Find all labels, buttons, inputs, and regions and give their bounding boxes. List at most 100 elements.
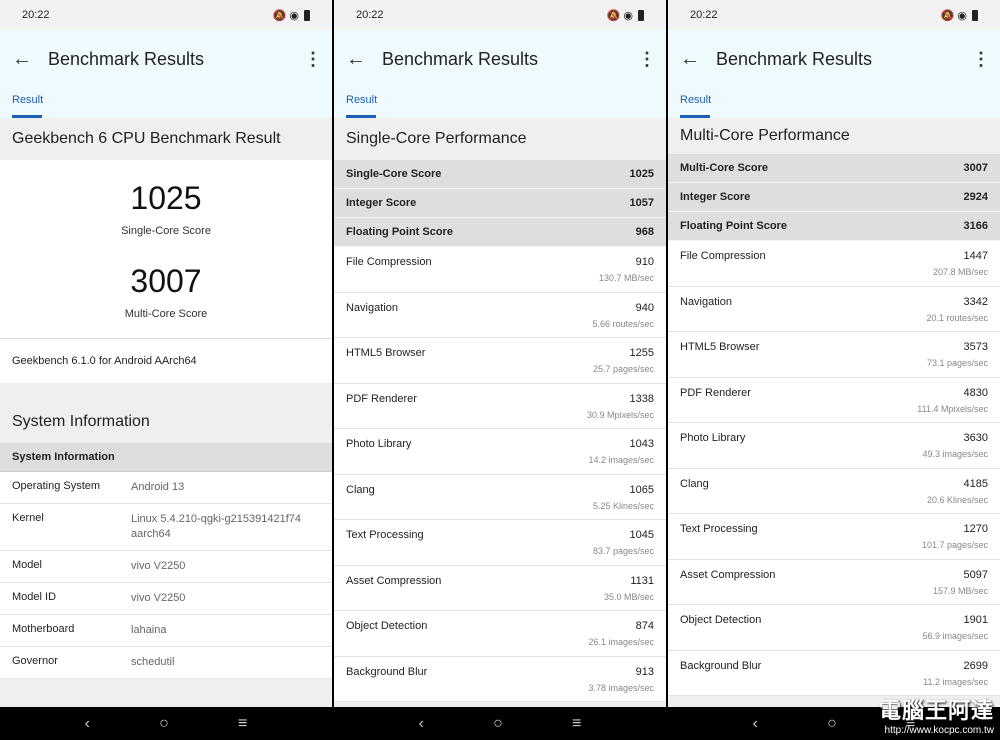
- score-value: 968: [635, 226, 654, 238]
- single-core-panel: 20:22 🔕 ◉ ← Benchmark Results ⋮ Result S…: [334, 0, 666, 740]
- watermark-url: http://www.kocpc.com.tw: [884, 725, 994, 736]
- back-arrow-icon[interactable]: ←: [12, 48, 48, 71]
- benchmark-score: 1131: [630, 574, 654, 587]
- tab-result[interactable]: Result: [12, 88, 43, 118]
- benchmark-name: Asset Compression: [680, 568, 776, 581]
- benchmark-score: 3573: [963, 341, 988, 353]
- benchmark-name: HTML5 Browser: [346, 347, 426, 359]
- nav-recents-icon[interactable]: ≡: [572, 715, 581, 733]
- benchmark-rate: 73.1 pages/sec: [926, 358, 988, 368]
- score-name: Floating Point Score: [346, 226, 453, 238]
- tab-result[interactable]: Result: [346, 88, 377, 118]
- benchmark-score: 1255: [629, 347, 654, 359]
- benchmark-rate: 101.7 pages/sec: [921, 540, 988, 550]
- status-bar: 20:22 🔕 ◉: [334, 0, 666, 30]
- system-info-row: Operating System Android 13: [0, 472, 332, 504]
- system-info-title: System Information: [12, 413, 150, 430]
- benchmark-rate: 30.9 Mpixels/sec: [586, 409, 654, 420]
- benchmark-rate: 56.9 images/sec: [922, 631, 988, 641]
- nav-home-icon[interactable]: ○: [493, 715, 503, 733]
- benchmark-score: 1270: [963, 523, 988, 535]
- system-info-row: Governor schedutil: [0, 647, 332, 679]
- app-title: Benchmark Results: [716, 48, 873, 69]
- benchmark-score: 1045: [629, 529, 654, 541]
- nav-back-icon[interactable]: ‹: [85, 715, 90, 733]
- benchmark-name: Object Detection: [680, 614, 762, 626]
- overflow-menu-icon[interactable]: ⋮: [638, 49, 656, 70]
- benchmark-name: File Compression: [346, 256, 432, 268]
- multi-core-content: Multi-Core Performance Multi-Core Score 3…: [668, 118, 1000, 708]
- nav-recents-icon[interactable]: ≡: [238, 715, 247, 733]
- system-info-key: Model ID: [12, 591, 57, 603]
- overflow-menu-icon[interactable]: ⋮: [304, 49, 322, 70]
- benchmark-rate: 111.4 Mpixels/sec: [917, 403, 988, 414]
- benchmark-name: Photo Library: [680, 432, 746, 444]
- battery-icon: [972, 9, 978, 21]
- benchmark-row: File Compression 910 130.7 MB/sec: [334, 247, 666, 293]
- score-value: 3166: [963, 220, 988, 232]
- benchmark-name: HTML5 Browser: [680, 341, 760, 353]
- benchmark-name: Text Processing: [680, 523, 758, 535]
- benchmark-rate: 26.1 images/sec: [588, 637, 654, 647]
- tab-result[interactable]: Result: [680, 88, 711, 118]
- system-info-value: vivo V2250: [131, 560, 186, 572]
- score-name: Integer Score: [346, 197, 417, 209]
- benchmark-name: Photo Library: [346, 438, 412, 450]
- multi-core-panel: 20:22 🔕 ◉ ← Benchmark Results ⋮ Result M…: [668, 0, 1000, 740]
- benchmark-row: Text Processing 1045 83.7 pages/sec: [334, 520, 666, 566]
- watermark-logo: 電腦王阿達 http://www.kocpc.com.tw: [879, 693, 994, 736]
- benchmark-row: Asset Compression 5097 157.9 MB/sec: [668, 559, 1000, 605]
- benchmark-score: 1447: [963, 250, 988, 262]
- multi-core-bench-list: File Compression 1447 207.8 MB/sec Navigati…: [668, 241, 1000, 696]
- system-info-value: lahaina: [131, 624, 167, 636]
- benchmark-name: Text Processing: [346, 529, 424, 541]
- benchmark-score: 4185: [963, 477, 988, 490]
- system-info-key: Model: [12, 559, 42, 571]
- benchmark-rate: 3.78 images/sec: [588, 682, 654, 693]
- score-value: 1025: [629, 168, 654, 180]
- score-row: Integer Score 1057: [334, 189, 666, 218]
- nav-back-icon[interactable]: ‹: [419, 715, 424, 733]
- tab-bar: Result: [0, 88, 332, 118]
- app-bar: ← Benchmark Results ⋮: [0, 30, 332, 88]
- tab-bar: Result: [668, 88, 1000, 118]
- status-icons: 🔕 ◉: [941, 9, 978, 22]
- status-bar: 20:22 🔕 ◉: [668, 0, 1000, 30]
- app-bar: ← Benchmark Results ⋮: [668, 30, 1000, 88]
- benchmark-rate: 14.2 images/sec: [588, 455, 654, 465]
- benchmark-row: Clang 4185 20.6 Klines/sec: [668, 468, 1000, 514]
- system-info-key: Motherboard: [12, 623, 75, 635]
- score-value: 3007: [963, 162, 988, 174]
- nav-home-icon[interactable]: ○: [159, 715, 169, 733]
- benchmark-row: PDF Renderer 1338 30.9 Mpixels/sec: [334, 383, 666, 429]
- benchmark-score: 1901: [963, 614, 988, 626]
- wifi-icon: 🔕 ◉: [606, 9, 633, 22]
- benchmark-score: 3630: [963, 432, 988, 444]
- benchmark-score: 1043: [629, 438, 654, 450]
- overflow-menu-icon[interactable]: ⋮: [972, 49, 990, 70]
- benchmark-name: Asset Compression: [346, 574, 442, 587]
- nav-back-icon[interactable]: ‹: [753, 715, 758, 733]
- benchmark-row: PDF Renderer 4830 111.4 Mpixels/sec: [668, 377, 1000, 423]
- score-row: Single-Core Score 1025: [334, 160, 666, 189]
- system-info-row: Model ID vivo V2250: [0, 583, 332, 615]
- benchmark-row: Navigation 940 5.66 routes/sec: [334, 292, 666, 338]
- benchmark-row: Object Detection 1901 56.9 images/sec: [668, 605, 1000, 651]
- benchmark-row: Background Blur 2699 11.2 images/sec: [668, 650, 1000, 696]
- score-name: Multi-Core Score: [680, 162, 769, 174]
- nav-group-2: ‹ ○ ≡: [334, 707, 666, 740]
- back-arrow-icon[interactable]: ←: [680, 48, 716, 71]
- system-info-key: Kernel: [12, 512, 44, 524]
- system-info-value: Android 13: [131, 481, 185, 493]
- score-name: Floating Point Score: [680, 220, 787, 232]
- benchmark-rate: 11.2 images/sec: [923, 676, 988, 687]
- back-arrow-icon[interactable]: ←: [346, 48, 382, 71]
- score-value: 1057: [629, 197, 654, 209]
- benchmark-rate: 20.6 Klines/sec: [926, 494, 988, 505]
- nav-home-icon[interactable]: ○: [827, 715, 837, 733]
- score-row: Multi-Core Score 3007: [668, 154, 1000, 183]
- score-row: Floating Point Score 3166: [668, 212, 1000, 241]
- single-core-label: Single-Core Score: [121, 225, 211, 237]
- battery-icon: [304, 9, 310, 21]
- benchmark-row: Clang 1065 5.25 Klines/sec: [334, 474, 666, 520]
